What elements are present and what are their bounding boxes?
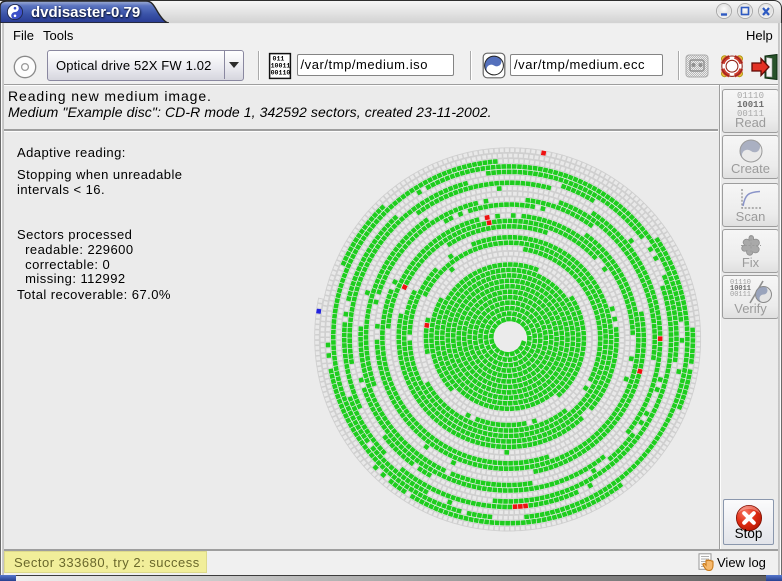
svg-text:10011: 10011 (271, 63, 291, 70)
svg-text:00110: 00110 (271, 70, 291, 77)
svg-text:011: 011 (273, 56, 285, 63)
